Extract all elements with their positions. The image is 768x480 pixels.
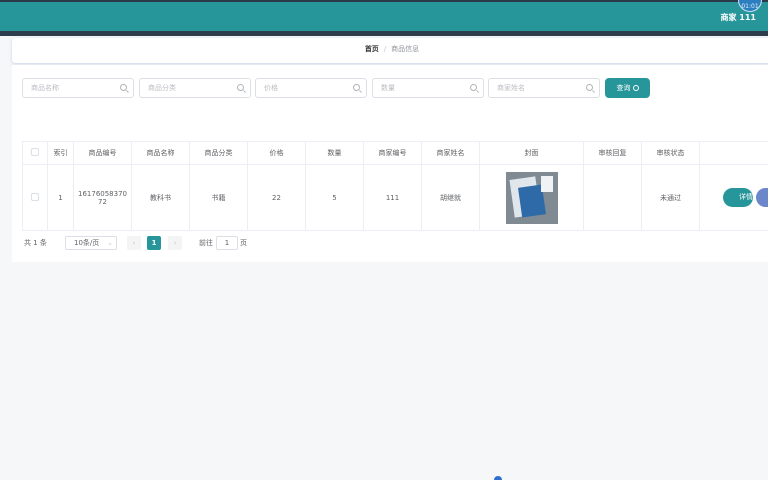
column-header: 审核状态 bbox=[641, 141, 700, 165]
goto-label: 前往 bbox=[199, 239, 213, 247]
column-header: 商品分类 bbox=[189, 141, 248, 165]
table-header-row: 索引 商品编号 商品名称 商品分类 价格 数量 商家编号 商家姓名 封面 审核回… bbox=[22, 141, 768, 165]
query-button[interactable]: 查询 bbox=[605, 78, 650, 98]
query-button-label: 查询 bbox=[616, 84, 631, 92]
floating-indicator bbox=[494, 476, 502, 480]
product-category-search[interactable] bbox=[139, 78, 251, 98]
product-name-cell: 教科书 bbox=[131, 164, 190, 231]
product-no-line-2: 72 bbox=[98, 197, 107, 206]
merchant-no-cell: 111 bbox=[363, 164, 422, 231]
column-header: 数量 bbox=[305, 141, 364, 165]
column-header: 封面 bbox=[479, 141, 584, 165]
breadcrumb-home[interactable]: 首页 bbox=[365, 45, 379, 53]
product-category-input[interactable] bbox=[140, 79, 230, 97]
quantity-search[interactable] bbox=[372, 78, 484, 98]
price-search[interactable] bbox=[255, 78, 367, 98]
prev-page-button[interactable]: ‹ bbox=[127, 236, 141, 250]
audit-reply-cell bbox=[583, 164, 642, 231]
goto-page-input[interactable]: 1 bbox=[216, 236, 238, 250]
cover-cell bbox=[479, 164, 584, 231]
breadcrumb: 首页 / 商品信息 bbox=[12, 38, 768, 63]
total-count: 共 1 条 bbox=[24, 239, 47, 247]
goto-suffix: 页 bbox=[240, 239, 247, 247]
next-action-button[interactable] bbox=[756, 187, 768, 207]
category-cell: 书籍 bbox=[189, 164, 248, 231]
detail-button[interactable]: 详情 bbox=[723, 188, 753, 208]
index-cell: 1 bbox=[47, 164, 74, 231]
product-name-search[interactable] bbox=[22, 78, 134, 98]
main-panel: 查询 索引 商品编号 商品名称 商品分类 价格 数量 商家编号 商家姓名 封面 … bbox=[12, 65, 768, 262]
current-user-label[interactable]: 商家 111 bbox=[721, 12, 756, 23]
page-size-value: 10条/页 bbox=[74, 239, 100, 247]
quantity-cell: 5 bbox=[305, 164, 364, 231]
column-header: 商品编号 bbox=[73, 141, 132, 165]
actions-cell: 详情 bbox=[699, 164, 768, 231]
select-all-checkbox[interactable] bbox=[31, 148, 39, 156]
breadcrumb-separator: / bbox=[383, 45, 387, 53]
table-row: 1 16176058370 72 教科书 书籍 22 5 111 胡继就 未通过 … bbox=[22, 164, 768, 231]
page-number-current[interactable]: 1 bbox=[147, 236, 161, 250]
audit-status-cell: 未通过 bbox=[641, 164, 700, 231]
chevron-down-icon: ⌄ bbox=[107, 239, 113, 247]
search-icon bbox=[237, 84, 244, 91]
search-icon bbox=[586, 84, 593, 91]
product-no-line-1: 16176058370 bbox=[78, 189, 127, 198]
merchant-name-search[interactable] bbox=[488, 78, 600, 98]
column-header: 商品名称 bbox=[131, 141, 190, 165]
cover-image[interactable] bbox=[505, 171, 558, 224]
column-header: 商家编号 bbox=[363, 141, 422, 165]
nav-strip bbox=[0, 31, 768, 36]
product-table: 索引 商品编号 商品名称 商品分类 价格 数量 商家编号 商家姓名 封面 审核回… bbox=[22, 141, 768, 231]
column-header: 索引 bbox=[47, 141, 74, 165]
row-checkbox-cell[interactable] bbox=[22, 164, 48, 231]
actions-header bbox=[699, 141, 768, 165]
search-icon bbox=[632, 85, 639, 91]
column-header: 审核回复 bbox=[583, 141, 642, 165]
header-checkbox-cell[interactable] bbox=[22, 141, 48, 165]
merchant-name-cell: 胡继就 bbox=[421, 164, 480, 231]
top-bar: 01:01 商家 111 bbox=[0, 0, 768, 31]
column-header: 价格 bbox=[247, 141, 306, 165]
search-icon bbox=[470, 84, 477, 91]
merchant-name-input[interactable] bbox=[489, 79, 579, 97]
search-icon bbox=[120, 84, 127, 91]
search-icon bbox=[353, 84, 360, 91]
avatar[interactable]: 01:01 bbox=[738, 0, 762, 12]
product-name-input[interactable] bbox=[23, 79, 113, 97]
price-cell: 22 bbox=[247, 164, 306, 231]
column-header: 商家姓名 bbox=[421, 141, 480, 165]
page-size-select[interactable]: 10条/页 ⌄ bbox=[65, 236, 117, 250]
breadcrumb-current: 商品信息 bbox=[391, 45, 420, 53]
price-input[interactable] bbox=[256, 79, 346, 97]
quantity-input[interactable] bbox=[373, 79, 463, 97]
product-no-cell: 16176058370 72 bbox=[73, 164, 132, 231]
row-checkbox[interactable] bbox=[31, 192, 39, 201]
next-page-button[interactable]: › bbox=[168, 236, 182, 250]
